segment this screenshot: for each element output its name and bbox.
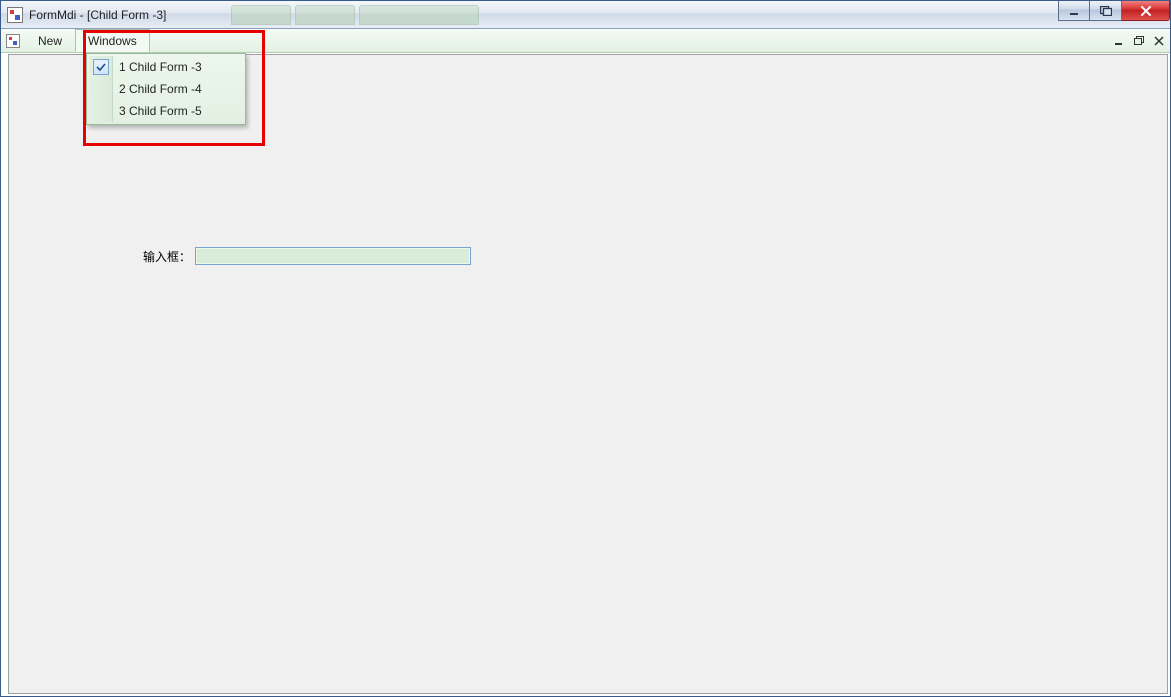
- menu-new[interactable]: New: [25, 29, 75, 52]
- input-row: 输入框：: [143, 247, 471, 265]
- minimize-icon: [1114, 36, 1124, 46]
- mdi-child-icon[interactable]: [1, 29, 25, 52]
- mdi-client-area: 输入框：: [8, 54, 1168, 694]
- menu-new-label: New: [38, 34, 62, 48]
- app-window: FormMdi - [Child Form -3]: [0, 0, 1171, 697]
- child-form-content: 输入框：: [9, 55, 1167, 693]
- close-icon: [1140, 6, 1152, 16]
- aero-preview-ghosts: [231, 5, 479, 25]
- check-icon: [96, 62, 106, 72]
- restore-icon: [1134, 36, 1145, 46]
- maximize-icon: [1100, 6, 1112, 16]
- mdi-minimize-button[interactable]: [1112, 34, 1126, 48]
- windows-dropdown: 1 Child Form -3 2 Child Form -4 3 Child …: [86, 53, 246, 125]
- ghost-tab: [359, 5, 479, 25]
- input-label: 输入框：: [143, 248, 191, 265]
- app-icon: [7, 7, 23, 23]
- menu-strip: New Windows: [1, 29, 1170, 53]
- windows-menu-item-label: 3 Child Form -5: [119, 104, 202, 118]
- close-button[interactable]: [1122, 1, 1170, 21]
- mdi-restore-button[interactable]: [1132, 34, 1146, 48]
- menu-windows[interactable]: Windows: [75, 29, 150, 52]
- input-field[interactable]: [195, 247, 471, 265]
- window-title: FormMdi - [Child Form -3]: [29, 8, 166, 22]
- minimize-icon: [1069, 6, 1079, 16]
- maximize-button[interactable]: [1090, 1, 1122, 21]
- titlebar[interactable]: FormMdi - [Child Form -3]: [1, 1, 1170, 29]
- minimize-button[interactable]: [1058, 1, 1090, 21]
- windows-menu-item-label: 2 Child Form -4: [119, 82, 202, 96]
- mdi-child-controls: [1112, 29, 1166, 53]
- windows-menu-item-label: 1 Child Form -3: [119, 60, 202, 74]
- window-controls: [1058, 1, 1170, 21]
- ghost-tab: [231, 5, 291, 25]
- windows-menu-item-1[interactable]: 1 Child Form -3: [89, 56, 243, 78]
- close-icon: [1154, 36, 1164, 46]
- ghost-tab: [295, 5, 355, 25]
- menu-windows-label: Windows: [88, 34, 137, 48]
- mdi-close-button[interactable]: [1152, 34, 1166, 48]
- windows-menu-item-2[interactable]: 2 Child Form -4: [89, 78, 243, 100]
- windows-menu-item-3[interactable]: 3 Child Form -5: [89, 100, 243, 122]
- check-mark: [93, 59, 109, 75]
